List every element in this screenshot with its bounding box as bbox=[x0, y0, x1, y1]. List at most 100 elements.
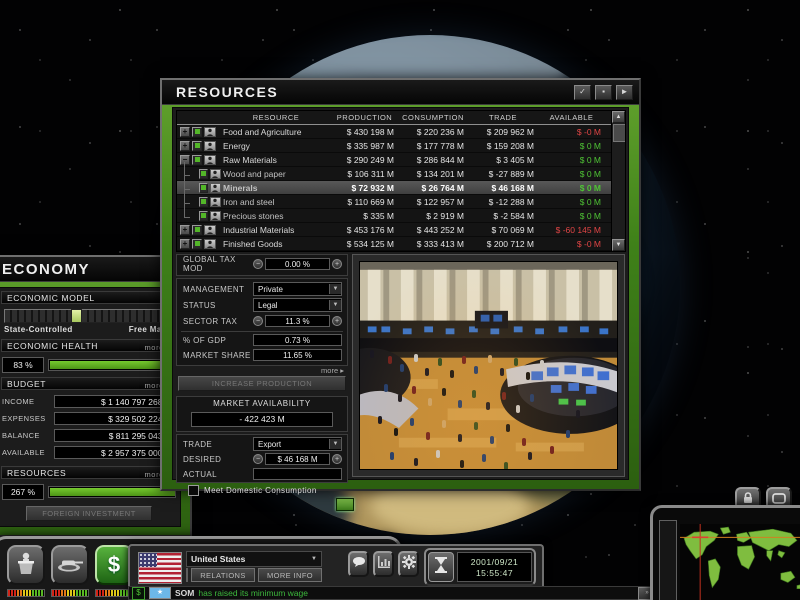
scroll-up-icon[interactable]: ▲ bbox=[612, 111, 625, 123]
military-meter bbox=[51, 589, 89, 597]
country-dropdown[interactable]: United States ▼ bbox=[186, 551, 322, 567]
pin-icon[interactable]: ✓ bbox=[574, 85, 591, 100]
production-value: $ 335 M bbox=[331, 211, 398, 221]
table-row[interactable]: + Industrial Materials $ 453 176 M $ 443… bbox=[177, 223, 625, 237]
chevron-down-icon: ▼ bbox=[311, 556, 317, 562]
resource-person-icon bbox=[204, 155, 216, 165]
news-country-code: SOM bbox=[175, 588, 194, 598]
consumption-value: $ 134 201 M bbox=[398, 169, 468, 179]
trade-value: $ -12 288 M bbox=[468, 197, 538, 207]
relations-button[interactable]: RELATIONS bbox=[191, 568, 255, 582]
table-row[interactable]: Minerals $ 72 932 M $ 26 764 M $ 46 168 … bbox=[177, 181, 625, 195]
table-row[interactable]: + Services $ 7 156 162 M $ 1 848 894 M $… bbox=[177, 251, 625, 252]
politics-meter bbox=[7, 589, 45, 597]
sector-tax-decrease-icon[interactable]: − bbox=[253, 316, 263, 326]
economic-model-slider[interactable] bbox=[4, 309, 174, 323]
sector-photo-frame bbox=[352, 254, 625, 477]
military-button[interactable] bbox=[51, 545, 89, 585]
resources-value: 267 % bbox=[2, 484, 44, 500]
minimize-icon[interactable]: ▪ bbox=[595, 85, 612, 100]
politics-button[interactable] bbox=[7, 545, 45, 585]
chat-button[interactable] bbox=[348, 551, 369, 577]
resource-person-icon bbox=[210, 197, 221, 207]
global-tax-value: 0.00 % bbox=[265, 258, 330, 270]
world-minimap[interactable] bbox=[680, 524, 800, 600]
scroll-down-icon[interactable]: ▼ bbox=[612, 239, 625, 251]
sector-settings-box: MANAGEMENT Private ▼ STATUS Legal ▼ bbox=[176, 278, 348, 366]
resource-enabled-checkbox[interactable] bbox=[199, 169, 208, 179]
resource-enabled-checkbox[interactable] bbox=[199, 197, 208, 207]
news-ticker[interactable]: $ ★ SOM has raised its minimum wage » bbox=[128, 586, 660, 600]
resource-enabled-checkbox[interactable] bbox=[192, 155, 202, 165]
meet-domestic-label: Meet Domestic Consumption bbox=[204, 486, 317, 495]
settings-button[interactable] bbox=[398, 551, 419, 577]
management-dropdown[interactable]: Private ▼ bbox=[253, 282, 342, 296]
resource-name: Energy bbox=[221, 141, 331, 151]
more-info-button[interactable]: MORE INFO bbox=[258, 568, 322, 582]
map-unit-marker[interactable] bbox=[336, 498, 354, 511]
increase-production-button[interactable]: INCREASE PRODUCTION bbox=[178, 376, 346, 391]
col-resource: RESOURCE bbox=[221, 111, 331, 124]
economic-health-header: ECONOMIC HEALTH more... bbox=[1, 339, 177, 352]
resource-enabled-checkbox[interactable] bbox=[199, 211, 208, 221]
desired-increase-icon[interactable]: + bbox=[332, 454, 342, 464]
resource-enabled-checkbox[interactable] bbox=[192, 239, 202, 249]
resource-person-icon bbox=[204, 225, 216, 235]
chevron-down-icon: ▼ bbox=[329, 439, 341, 449]
market-share-label: MARKET SHARE bbox=[183, 351, 253, 360]
budget-header: BUDGET more... bbox=[1, 377, 177, 390]
bar-chart-icon bbox=[378, 555, 390, 573]
table-row[interactable]: + Energy $ 335 987 M $ 177 778 M $ 159 2… bbox=[177, 139, 625, 153]
slider-thumb[interactable] bbox=[71, 309, 82, 323]
table-row[interactable]: Iron and steel $ 110 669 M $ 122 957 M $… bbox=[177, 195, 625, 209]
market-availability-label: MARKET AVAILABILITY bbox=[177, 399, 347, 408]
resource-person-icon bbox=[204, 127, 216, 137]
resource-enabled-checkbox[interactable] bbox=[192, 141, 202, 151]
meet-domestic-checkbox[interactable] bbox=[188, 485, 199, 496]
expander-icon[interactable]: + bbox=[180, 225, 190, 235]
resource-enabled-checkbox[interactable] bbox=[199, 183, 208, 193]
trade-box: TRADE Export ▼ DESIRED − $ 46 168 M + bbox=[176, 434, 348, 483]
sector-more-link[interactable]: more ▸ bbox=[321, 366, 344, 375]
scroll-thumb[interactable] bbox=[613, 124, 626, 142]
desired-decrease-icon[interactable]: − bbox=[253, 454, 263, 464]
consumption-value: $ 286 844 M bbox=[398, 155, 468, 165]
sector-tax-label: SECTOR TAX bbox=[183, 317, 253, 326]
tax-decrease-icon[interactable]: − bbox=[253, 259, 263, 269]
minimap-zoom-slider[interactable] bbox=[659, 520, 677, 600]
resource-name: Food and Agriculture bbox=[221, 127, 331, 137]
col-available: AVAILABLE bbox=[538, 111, 605, 124]
resource-person-icon bbox=[210, 183, 221, 193]
expander-icon[interactable]: + bbox=[180, 141, 190, 151]
resource-table: RESOURCE PRODUCTION CONSUMPTION TRADE AV… bbox=[176, 110, 626, 252]
resources-titlebar[interactable]: RESOURCES ✓ ▪ ► bbox=[162, 80, 639, 105]
resource-name: Precious stones bbox=[221, 211, 331, 221]
table-row[interactable]: Precious stones $ 335 M $ 2 919 M $ -2 5… bbox=[177, 209, 625, 223]
table-row[interactable]: − Raw Materials $ 290 249 M $ 286 844 M … bbox=[177, 153, 625, 167]
sector-tax-value: 11.3 % bbox=[265, 315, 330, 327]
table-row[interactable]: Wood and paper $ 106 311 M $ 134 201 M $… bbox=[177, 167, 625, 181]
table-row[interactable]: + Food and Agriculture $ 430 198 M $ 220… bbox=[177, 125, 625, 139]
resource-enabled-checkbox[interactable] bbox=[192, 225, 202, 235]
expander-icon[interactable]: + bbox=[180, 239, 190, 249]
minimap-panel bbox=[650, 505, 800, 600]
status-dropdown[interactable]: Legal ▼ bbox=[253, 298, 342, 312]
sector-tax-increase-icon[interactable]: + bbox=[332, 316, 342, 326]
table-row[interactable]: + Finished Goods $ 534 125 M $ 333 413 M… bbox=[177, 237, 625, 251]
table-scrollbar[interactable]: ▲ ▼ bbox=[611, 111, 625, 251]
expander-icon[interactable]: + bbox=[180, 127, 190, 137]
production-value: $ 335 987 M bbox=[331, 141, 398, 151]
budget-row-label: AVAILABLE bbox=[2, 448, 54, 457]
trade-value: $ 200 712 M bbox=[468, 239, 538, 249]
stats-button[interactable] bbox=[373, 551, 394, 577]
resource-enabled-checkbox[interactable] bbox=[192, 127, 202, 137]
trade-dropdown[interactable]: Export ▼ bbox=[253, 437, 342, 451]
time-controls-button[interactable] bbox=[428, 552, 454, 582]
resource-name: Finished Goods bbox=[221, 239, 331, 249]
foreign-investment-button[interactable]: FOREIGN INVESTMENT bbox=[26, 506, 152, 521]
tax-increase-icon[interactable]: + bbox=[332, 259, 342, 269]
close-icon[interactable]: ► bbox=[616, 85, 633, 100]
production-value: $ 453 176 M bbox=[331, 225, 398, 235]
economic-health-value: 83 % bbox=[2, 357, 44, 373]
global-tax-label: GLOBAL TAX MOD bbox=[183, 255, 253, 273]
